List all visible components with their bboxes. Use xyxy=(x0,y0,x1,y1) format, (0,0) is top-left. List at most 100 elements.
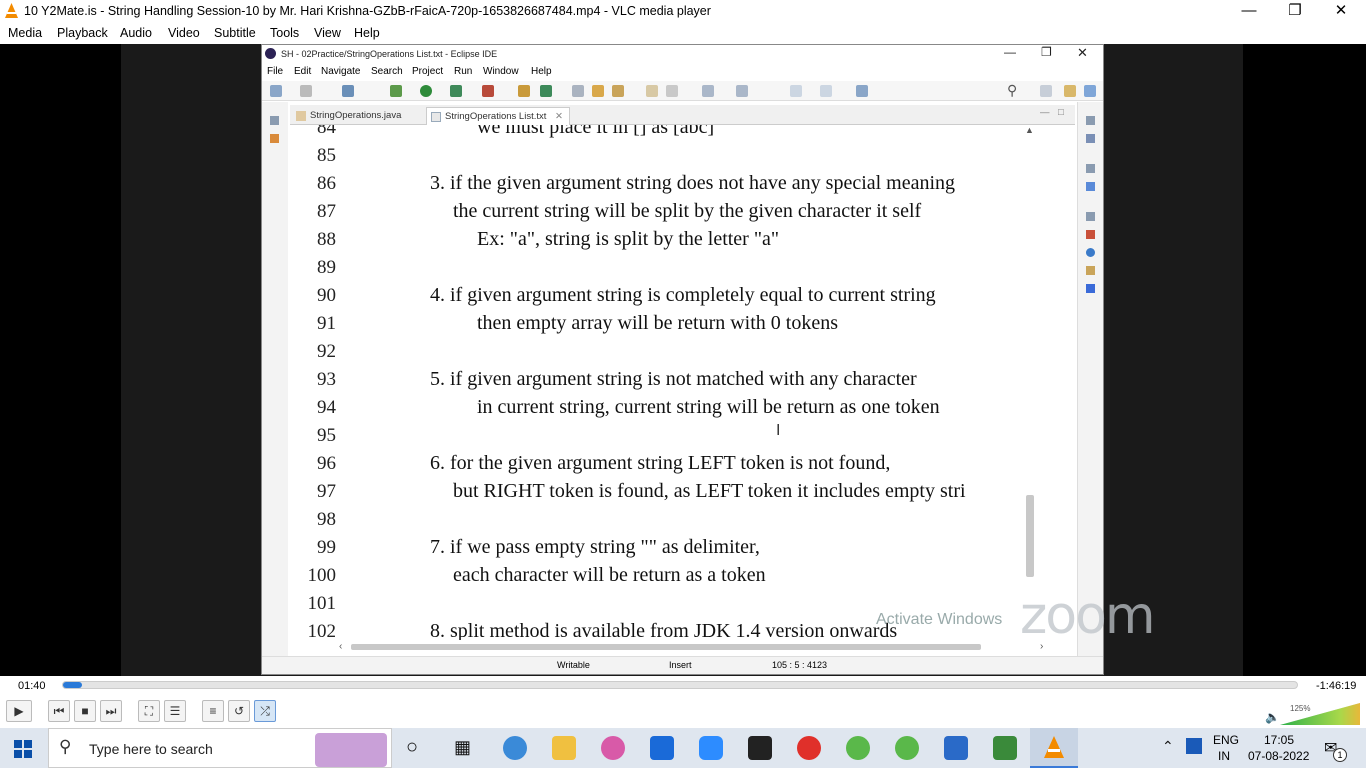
search-tool-icon[interactable] xyxy=(612,85,624,97)
green-app-2-icon[interactable] xyxy=(895,736,919,760)
tab-stringoperations-list[interactable]: StringOperations List.txt ✕ xyxy=(426,107,570,125)
volume-slider[interactable] xyxy=(1280,703,1360,725)
volume-icon[interactable]: 🔈 xyxy=(1265,710,1280,724)
vertical-scroll-thumb[interactable] xyxy=(1026,495,1034,577)
zoom-icon[interactable] xyxy=(699,736,723,760)
menu-playback[interactable]: Playback xyxy=(57,26,108,40)
open-task-icon[interactable] xyxy=(592,85,604,97)
eclipse-close-icon[interactable]: ✕ xyxy=(1077,45,1088,61)
restore-button[interactable]: ❐ xyxy=(1272,0,1318,23)
package-explorer-icon[interactable] xyxy=(270,134,279,143)
next-annotation-icon[interactable] xyxy=(702,85,714,97)
horizontal-scrollbar[interactable]: ‹ › xyxy=(337,641,1047,653)
scroll-left-icon[interactable]: ‹ xyxy=(339,641,342,652)
new-package-icon[interactable] xyxy=(518,85,530,97)
open-perspective-icon[interactable] xyxy=(1040,85,1052,97)
ec-menu-edit[interactable]: Edit xyxy=(294,66,311,77)
javadoc-icon[interactable] xyxy=(1086,248,1095,257)
outline-icon[interactable] xyxy=(1086,182,1095,191)
vlc-taskbar-button[interactable] xyxy=(1030,728,1078,768)
clock-time[interactable]: 17:05 xyxy=(1264,733,1294,747)
vertical-scrollbar[interactable]: ▲ xyxy=(1024,125,1036,640)
clock-date[interactable]: 07-08-2022 xyxy=(1248,749,1309,763)
tab-stringoperations-java[interactable]: StringOperations.java xyxy=(292,107,407,125)
sticky-notes-icon[interactable] xyxy=(748,736,772,760)
text-editor[interactable]: 84 we must place it in [] as [abc] 85 86 3. … xyxy=(290,125,1075,640)
java-perspective-icon[interactable] xyxy=(1064,85,1076,97)
restore-view-icon[interactable] xyxy=(270,116,279,125)
open-type-icon[interactable] xyxy=(572,85,584,97)
shuffle-button[interactable]: ⤮ xyxy=(254,700,276,722)
ec-menu-navigate[interactable]: Navigate xyxy=(321,66,360,77)
seek-bar[interactable] xyxy=(62,681,1298,689)
language-in[interactable]: IN xyxy=(1218,749,1230,763)
stop-button[interactable]: ■ xyxy=(74,700,96,722)
record-icon[interactable] xyxy=(797,736,821,760)
task-view-icon[interactable]: ▦ xyxy=(454,737,471,758)
next-button[interactable]: ⏭ xyxy=(100,700,122,722)
show-hidden-icons[interactable]: ⌃ xyxy=(1162,738,1174,755)
mark-icon[interactable] xyxy=(666,85,678,97)
windows-start-icon[interactable] xyxy=(14,740,32,758)
restore-icon-3[interactable] xyxy=(1086,212,1095,221)
file-explorer-icon[interactable] xyxy=(552,736,576,760)
tray-app-icon[interactable] xyxy=(1186,738,1202,754)
eclipse-restore-icon[interactable]: ❐ xyxy=(1041,45,1052,59)
chart-app-icon[interactable] xyxy=(993,736,1017,760)
debug-icon[interactable] xyxy=(390,85,402,97)
eclipse-minimize-icon[interactable]: — xyxy=(1004,45,1016,59)
back-icon[interactable] xyxy=(790,85,802,97)
ec-menu-file[interactable]: File xyxy=(267,66,283,77)
forward-icon[interactable] xyxy=(820,85,832,97)
ec-menu-search[interactable]: Search xyxy=(371,66,403,77)
new-icon[interactable] xyxy=(270,85,282,97)
minimize-button[interactable]: — xyxy=(1226,0,1272,23)
menu-video[interactable]: Video xyxy=(168,26,200,40)
menu-audio[interactable]: Audio xyxy=(120,26,152,40)
extended-settings-button[interactable]: ☰ xyxy=(164,700,186,722)
play-button[interactable]: ▶ xyxy=(6,700,32,722)
photos-icon[interactable] xyxy=(944,736,968,760)
menu-tools[interactable]: Tools xyxy=(270,26,299,40)
close-tab-icon[interactable]: ✕ xyxy=(555,111,563,122)
save-icon[interactable] xyxy=(300,85,312,97)
close-button[interactable]: ✕ xyxy=(1318,0,1364,23)
cortana-icon[interactable]: ○ xyxy=(406,736,418,759)
new-class-icon[interactable] xyxy=(540,85,552,97)
green-app-icon[interactable] xyxy=(846,736,870,760)
toggle-icon[interactable] xyxy=(646,85,658,97)
ec-menu-window[interactable]: Window xyxy=(483,66,519,77)
problems-icon[interactable] xyxy=(1086,230,1095,239)
terminal-icon[interactable] xyxy=(342,85,354,97)
coverage-icon[interactable] xyxy=(450,85,462,97)
maximize-editor-icon[interactable]: □ xyxy=(1058,107,1064,118)
playlist-button[interactable]: ≡ xyxy=(202,700,224,722)
debug-perspective-icon[interactable] xyxy=(1084,85,1096,97)
declaration-icon[interactable] xyxy=(1086,266,1095,275)
task-list-icon[interactable] xyxy=(1086,134,1095,143)
ec-menu-project[interactable]: Project xyxy=(412,66,443,77)
ec-menu-help[interactable]: Help xyxy=(531,66,552,77)
run-icon[interactable] xyxy=(420,85,432,97)
fullscreen-button[interactable]: ⛶ xyxy=(138,700,160,722)
loop-button[interactable]: ↺ xyxy=(228,700,250,722)
search-icon[interactable]: ⚲ xyxy=(1007,82,1017,99)
pin-editor-icon[interactable] xyxy=(856,85,868,97)
menu-view[interactable]: View xyxy=(314,26,341,40)
restore-icon-1[interactable] xyxy=(1086,116,1095,125)
restore-icon-2[interactable] xyxy=(1086,164,1095,173)
scroll-up-icon[interactable]: ▲ xyxy=(1025,125,1034,135)
prev-annotation-icon[interactable] xyxy=(736,85,748,97)
menu-subtitle[interactable]: Subtitle xyxy=(214,26,256,40)
chrome-icon[interactable] xyxy=(503,736,527,760)
taskbar-search-box[interactable]: ⚲ Type here to search xyxy=(48,728,392,768)
menu-help[interactable]: Help xyxy=(354,26,380,40)
store-icon[interactable] xyxy=(650,736,674,760)
console-icon[interactable] xyxy=(1086,284,1095,293)
language-eng[interactable]: ENG xyxy=(1213,733,1239,747)
menu-media[interactable]: Media xyxy=(8,26,42,40)
horizontal-scroll-thumb[interactable] xyxy=(351,644,981,650)
ec-menu-run[interactable]: Run xyxy=(454,66,472,77)
external-tools-icon[interactable] xyxy=(482,85,494,97)
app-icon[interactable] xyxy=(601,736,625,760)
